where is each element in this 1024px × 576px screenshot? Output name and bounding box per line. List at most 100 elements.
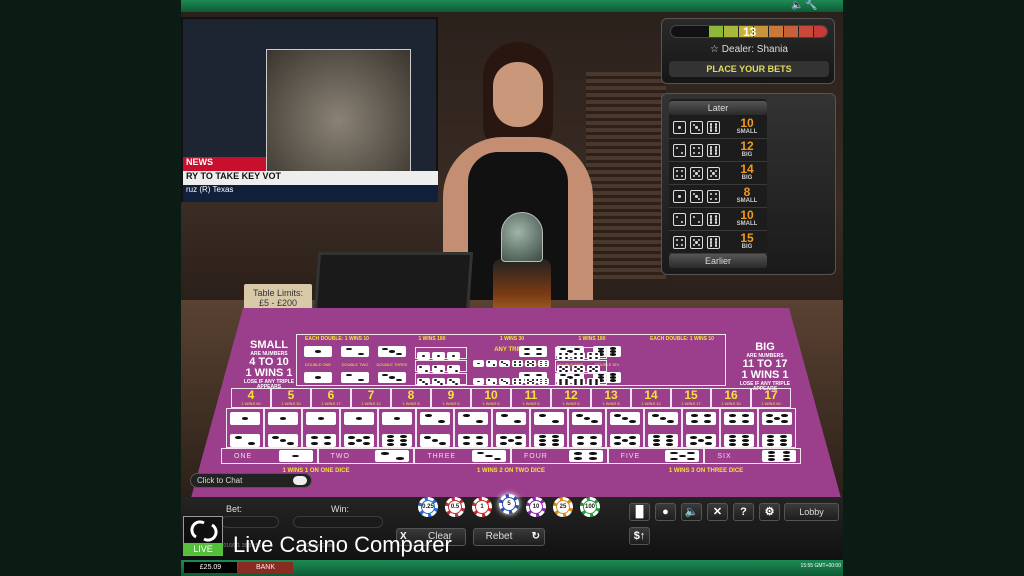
bet-total-10[interactable]: 10 1 WINS 6 bbox=[471, 388, 511, 408]
chip-5[interactable]: 5 bbox=[499, 494, 519, 514]
volume-icon[interactable]: 🔈 bbox=[681, 503, 702, 521]
chip-10[interactable]: 10 bbox=[526, 497, 546, 517]
bet-triple-6[interactable] bbox=[555, 373, 607, 386]
die-face-5 bbox=[707, 167, 720, 180]
bet-single-1[interactable]: ONE bbox=[221, 448, 318, 464]
die-face-5 bbox=[525, 360, 536, 367]
lobby-button[interactable]: Lobby bbox=[784, 503, 839, 521]
bet-single-4[interactable]: FOUR bbox=[511, 448, 608, 464]
bet-total-6[interactable]: 61 WINS 17 bbox=[311, 388, 351, 408]
stats-icon[interactable]: ▐▌ bbox=[629, 503, 650, 521]
die-face-2 bbox=[458, 412, 488, 425]
bet-triple-5[interactable] bbox=[555, 360, 607, 373]
die-face-2 bbox=[341, 346, 369, 357]
die-face-6 bbox=[707, 144, 720, 157]
chip-100[interactable]: 100 bbox=[580, 497, 600, 517]
die-face-3 bbox=[447, 378, 460, 386]
bet-any-triple[interactable] bbox=[472, 355, 552, 385]
cashier-icon[interactable]: $↑ bbox=[629, 527, 650, 545]
bet-total-14[interactable]: 14 1 WINS 12 bbox=[631, 388, 671, 408]
big-title: BIG bbox=[755, 341, 775, 353]
bet-combo-5-6[interactable] bbox=[758, 408, 796, 448]
bet-combo-2-5[interactable] bbox=[492, 408, 530, 448]
bet-combo-2-3[interactable] bbox=[416, 408, 454, 448]
history-row: 12 BIG bbox=[669, 139, 767, 162]
bet-combo-2-4[interactable] bbox=[454, 408, 492, 448]
bet-single-2[interactable]: TWO bbox=[317, 448, 415, 464]
speaker-icon[interactable]: 🔈 bbox=[791, 0, 803, 11]
die-face-4 bbox=[306, 434, 336, 447]
bet-small[interactable]: SMALL ARE NUMBERS 4 TO 10 1 WINS 1 LOSE … bbox=[233, 339, 305, 390]
die-face-1 bbox=[306, 412, 336, 425]
history-later-button[interactable]: Later bbox=[669, 101, 767, 115]
bet-triple-2[interactable] bbox=[415, 360, 467, 373]
chip-value: 25 bbox=[557, 501, 569, 513]
chip-0.5[interactable]: 0.5 bbox=[445, 497, 465, 517]
chip-0.25[interactable]: 0.25 bbox=[418, 497, 438, 517]
bet-double-2[interactable]: DOUBLE TWO bbox=[338, 344, 372, 385]
chat-icon[interactable]: ● bbox=[655, 503, 676, 521]
chip-1[interactable]: 1 bbox=[472, 497, 492, 517]
bet-combo-4-6[interactable] bbox=[720, 408, 758, 448]
fullscreen-icon[interactable]: ✕ bbox=[707, 503, 728, 521]
bet-single-6[interactable]: SIX bbox=[704, 448, 801, 464]
wrench-icon[interactable]: 🔧 bbox=[805, 0, 817, 11]
bet-total-15[interactable]: 15 1 WINS 17 bbox=[671, 388, 711, 408]
bet-total-11[interactable]: 11 1 WINS 6 bbox=[511, 388, 551, 408]
chip-25[interactable]: 25 bbox=[553, 497, 573, 517]
die-face-5 bbox=[572, 365, 585, 373]
die-face-6 bbox=[707, 236, 720, 249]
bet-single-5[interactable]: FIVE bbox=[607, 448, 705, 464]
bet-combo-1-5[interactable] bbox=[340, 408, 378, 448]
bet-total-16[interactable]: 16 1 WINS 30 bbox=[711, 388, 751, 408]
bet-triple-1[interactable] bbox=[415, 347, 467, 360]
total-payout: 1 WINS 6 bbox=[442, 401, 460, 406]
bet-total-13[interactable]: 13 1 WINS 8 bbox=[591, 388, 631, 408]
bet-double-1[interactable]: DOUBLE ONE bbox=[301, 344, 335, 385]
chip-value: 0.5 bbox=[449, 501, 461, 513]
die-face-6 bbox=[382, 434, 412, 447]
bet-combo-3-6[interactable] bbox=[644, 408, 682, 448]
bet-combo-1-3[interactable] bbox=[264, 408, 302, 448]
table-limits-value: £5 - £200 bbox=[258, 298, 298, 308]
total-number: 5 bbox=[287, 388, 295, 402]
single-label: ONE bbox=[234, 453, 253, 460]
bet-combo-2-6[interactable] bbox=[530, 408, 568, 448]
bet-total-5[interactable]: 51 WINS 30 bbox=[271, 388, 311, 408]
die-face-5 bbox=[686, 434, 716, 447]
bet-combo-1-2[interactable] bbox=[226, 408, 264, 448]
history-earlier-button[interactable]: Earlier bbox=[669, 254, 767, 268]
bet-total-9[interactable]: 91 WINS 6 bbox=[431, 388, 471, 408]
die-face-4 bbox=[572, 434, 602, 447]
bet-total-17[interactable]: 17 1 WINS 60 bbox=[751, 388, 791, 408]
rebet-button[interactable]: Rebet ↻ bbox=[473, 528, 545, 546]
bet-triple-3[interactable] bbox=[415, 373, 467, 386]
bet-single-3[interactable]: THREE bbox=[414, 448, 511, 464]
bet-total-12[interactable]: 12 1 WINS 6 bbox=[551, 388, 591, 408]
bet-total-7[interactable]: 71 WINS 12 bbox=[351, 388, 391, 408]
help-icon[interactable]: ? bbox=[733, 503, 754, 521]
bet-combo-4-5[interactable] bbox=[682, 408, 720, 448]
bet-double-3[interactable]: DOUBLE THREE bbox=[375, 344, 409, 385]
watermark-text: Live Casino Comparer bbox=[233, 532, 452, 557]
bet-combo-3-5[interactable] bbox=[606, 408, 644, 448]
die-face-2 bbox=[447, 365, 460, 373]
star-icon[interactable]: ☆ bbox=[710, 44, 722, 55]
bet-combo-1-4[interactable] bbox=[302, 408, 340, 448]
settings-gear-icon[interactable]: ⚙ bbox=[759, 503, 780, 521]
die-face-1 bbox=[473, 360, 484, 367]
bet-combo-1-6[interactable] bbox=[378, 408, 416, 448]
die-face-5 bbox=[610, 434, 640, 447]
chat-input[interactable]: Click to Chat bbox=[190, 473, 312, 488]
bet-combo-3-4[interactable] bbox=[568, 408, 606, 448]
die-face-1 bbox=[673, 121, 686, 134]
history-total: 10 bbox=[740, 116, 754, 130]
bank-button[interactable]: BANK bbox=[238, 562, 293, 573]
bet-total-8[interactable]: 81 WINS 8 bbox=[391, 388, 431, 408]
bet-big[interactable]: BIG ARE NUMBERS 11 TO 17 1 WINS 1 LOSE I… bbox=[729, 341, 801, 392]
total-number: 13 bbox=[604, 388, 618, 402]
total-payout: 1 WINS 8 bbox=[402, 401, 420, 406]
bet-total-4[interactable]: 41 WINS 60 bbox=[231, 388, 271, 408]
history-label: SMALL bbox=[736, 129, 758, 135]
bet-triple-4[interactable] bbox=[555, 347, 607, 360]
